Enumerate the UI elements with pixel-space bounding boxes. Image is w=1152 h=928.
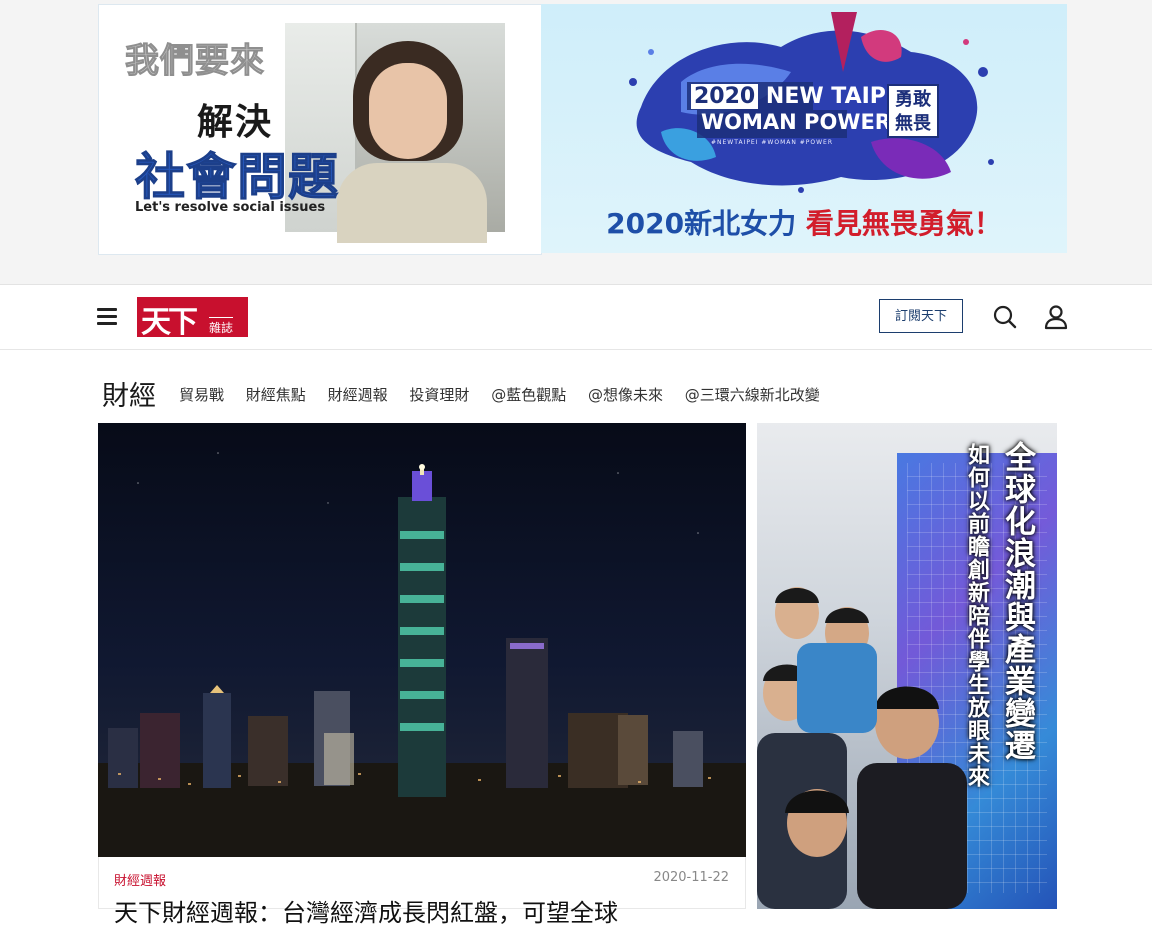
ad-line1: 我們要來	[125, 41, 265, 82]
article-date: 2020-11-22	[653, 870, 729, 885]
ad-slogan: 2020新北女力 看見無畏勇氣！	[541, 202, 1067, 242]
category-link-blue-view[interactable]: @藍色觀點	[491, 386, 566, 404]
menu-icon[interactable]	[97, 308, 117, 326]
category-link-weekly-report[interactable]: 財經週報	[328, 386, 388, 404]
article-headline[interactable]: 天下財經週報：台灣經濟成長閃紅盤，可望全球	[114, 893, 618, 928]
ad-line3: 社會問題	[135, 148, 339, 207]
category-link-finance-focus[interactable]: 財經焦點	[246, 386, 306, 404]
category-title: 財經	[102, 381, 156, 412]
logo-main-text: 天下	[141, 305, 198, 340]
category-links: 貿易戰 財經焦點 財經週報 投資理財 @藍色觀點 @想像未來 @三環六線新北改變	[179, 384, 837, 405]
category-link-imagine-future[interactable]: @想像未來	[588, 386, 663, 404]
subscribe-button[interactable]: 訂閱天下	[879, 299, 963, 333]
category-link-new-taipei[interactable]: @三環六線新北改變	[685, 386, 820, 404]
ad-hashtags: #NEWTAIPEI #WOMAN #POWER	[711, 139, 834, 146]
ad-english-caption: Let's resolve social issues	[135, 200, 326, 215]
side-ad-vertical-subtitle: 如何以前瞻創新陪伴學生放眼未來	[964, 443, 989, 788]
user-icon[interactable]	[1043, 303, 1069, 331]
ad-year: 2020	[691, 84, 759, 109]
feature-article-image	[98, 423, 746, 857]
feature-article-meta: 財經週報 2020-11-22 天下財經週報：台灣經濟成長閃紅盤，可望全球	[98, 857, 746, 927]
side-ad-banner[interactable]: 全球化浪潮與產業變遷 如何以前瞻創新陪伴學生放眼未來	[757, 423, 1057, 909]
ad-slogan-blue: 2020新北女力	[606, 207, 797, 240]
logo-sub-text: 雜誌	[209, 317, 234, 336]
top-ad-band: 我們要來 解決 社會問題 Let's resolve social issues…	[0, 0, 1152, 285]
social-issues-ad[interactable]: 我們要來 解決 社會問題 Let's resolve social issues	[98, 4, 542, 255]
ad-students-photo	[757, 587, 967, 909]
category-link-trade-war[interactable]: 貿易戰	[179, 386, 224, 404]
ad-title-line2: WOMAN POWER	[701, 110, 891, 134]
side-ad-vertical-title: 全球化浪潮與產業變遷	[999, 441, 1035, 761]
category-link-investing[interactable]: 投資理財	[409, 386, 469, 404]
woman-power-ad[interactable]: 2020 NEW TAIPEI WOMAN POWER 勇敢無畏 #NEWTAI…	[541, 4, 1067, 253]
ad-slogan-red: 看見無畏勇氣！	[805, 207, 1002, 240]
site-header: 天下 雜誌 訂閱天下	[0, 285, 1152, 350]
site-logo[interactable]: 天下 雜誌	[137, 297, 248, 340]
article-category-tag[interactable]: 財經週報	[114, 870, 166, 889]
search-icon[interactable]	[992, 303, 1018, 331]
ad-badge: 勇敢無畏	[887, 84, 939, 138]
feature-article-card[interactable]: 財經週報 2020-11-22 天下財經週報：台灣經濟成長閃紅盤，可望全球	[98, 423, 746, 927]
ad-title-line1: 2020 NEW TAIPEI	[691, 84, 909, 109]
